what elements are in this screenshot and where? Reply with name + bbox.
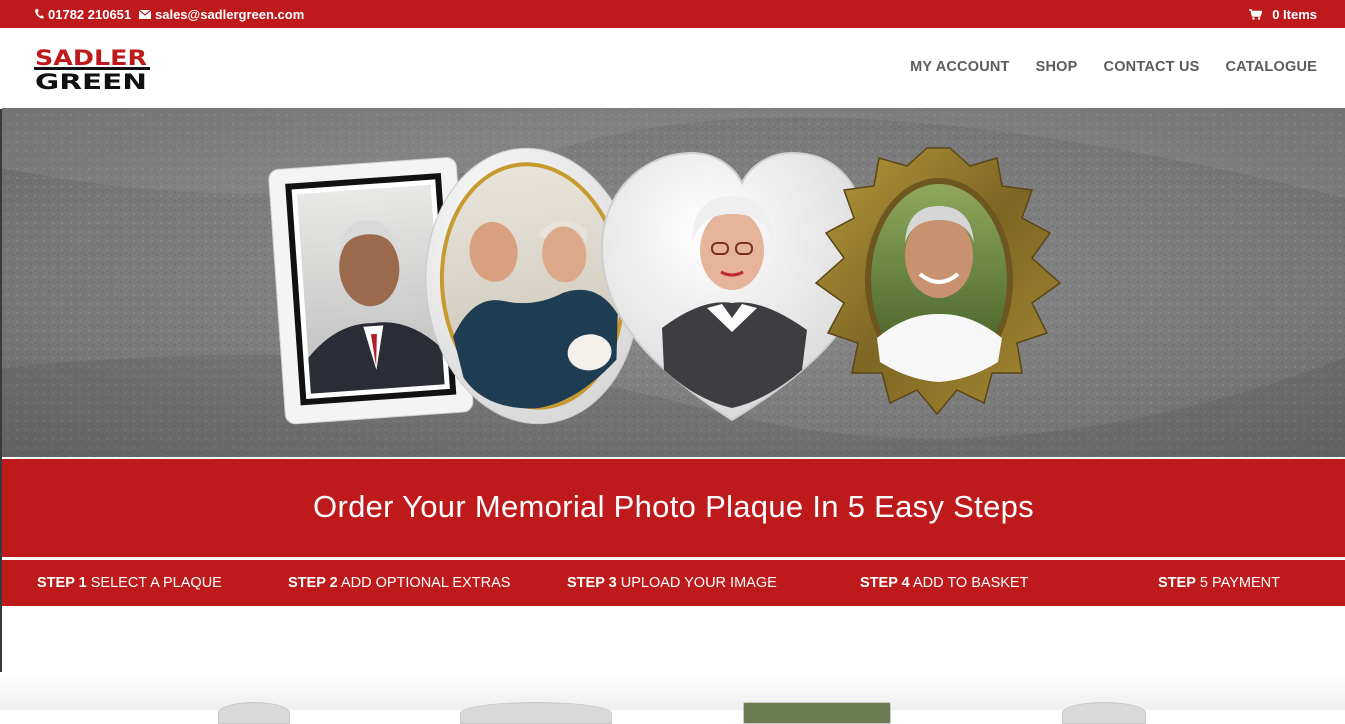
step-1[interactable]: STEP 1 SELECT A PLAQUE [37,560,222,607]
email-address: sales@sadlergreen.com [155,6,305,22]
main-nav: MY ACCOUNT SHOP CONTACT US CATALOGUE [910,59,1317,75]
steps-title-band: Order Your Memorial Photo Plaque In 5 Ea… [2,459,1345,557]
step-3-number: STEP 3 [567,575,617,591]
nav-shop[interactable]: SHOP [1036,59,1078,75]
envelope-icon [139,9,151,19]
step-2-label: ADD OPTIONAL EXTRAS [340,575,511,591]
product-thumb-2[interactable] [460,702,612,724]
nav-catalogue[interactable]: CATALOGUE [1226,59,1317,75]
product-thumb-3[interactable] [743,702,891,724]
sadler-green-logo[interactable]: SADLER GREEN [34,46,150,92]
steps-bar: STEP 1 SELECT A PLAQUE STEP 2 ADD OPTION… [2,560,1345,606]
phone-contact[interactable]: 01782 210651 [34,0,131,28]
logo-line-2: GREEN [35,70,147,92]
steps-heading: Order Your Memorial Photo Plaque In 5 Ea… [313,489,1034,524]
product-thumb-1[interactable] [218,702,290,724]
cart-count: 0 Items [1272,6,1317,22]
hero-banner [2,108,1345,457]
hero-plaques-image [2,108,1345,457]
step-5-label: 5 PAYMENT [1199,575,1280,591]
step-4-label: ADD TO BASKET [912,575,1029,591]
nav-contact-us[interactable]: CONTACT US [1104,59,1200,75]
product-thumb-4[interactable] [1062,702,1146,724]
step-4-number: STEP 4 [860,575,910,591]
email-contact[interactable]: sales@sadlergreen.com [139,0,304,28]
cart-icon [1249,8,1263,20]
step-1-number: STEP 1 [37,575,87,591]
site-header: SADLER GREEN MY ACCOUNT SHOP CONTACT US … [0,28,1345,109]
product-grid-top [0,672,1345,710]
step-1-label: SELECT A PLAQUE [90,575,222,591]
step-2[interactable]: STEP 2 ADD OPTIONAL EXTRAS [288,560,510,607]
cart-link[interactable]: 0 Items [1249,0,1317,28]
step-5[interactable]: STEP 5 PAYMENT [1158,560,1280,607]
step-3[interactable]: STEP 3 UPLOAD YOUR IMAGE [567,560,777,607]
phone-icon [35,9,44,19]
phone-number: 01782 210651 [48,6,132,22]
step-5-number: STEP [1158,575,1196,591]
top-bar: 01782 210651 sales@sadlergreen.com 0 Ite… [0,0,1345,28]
step-3-label: UPLOAD YOUR IMAGE [620,575,777,591]
step-2-number: STEP 2 [288,575,338,591]
step-4[interactable]: STEP 4 ADD TO BASKET [860,560,1028,607]
logo-line-1: SADLER [35,46,147,70]
nav-my-account[interactable]: MY ACCOUNT [910,59,1009,75]
